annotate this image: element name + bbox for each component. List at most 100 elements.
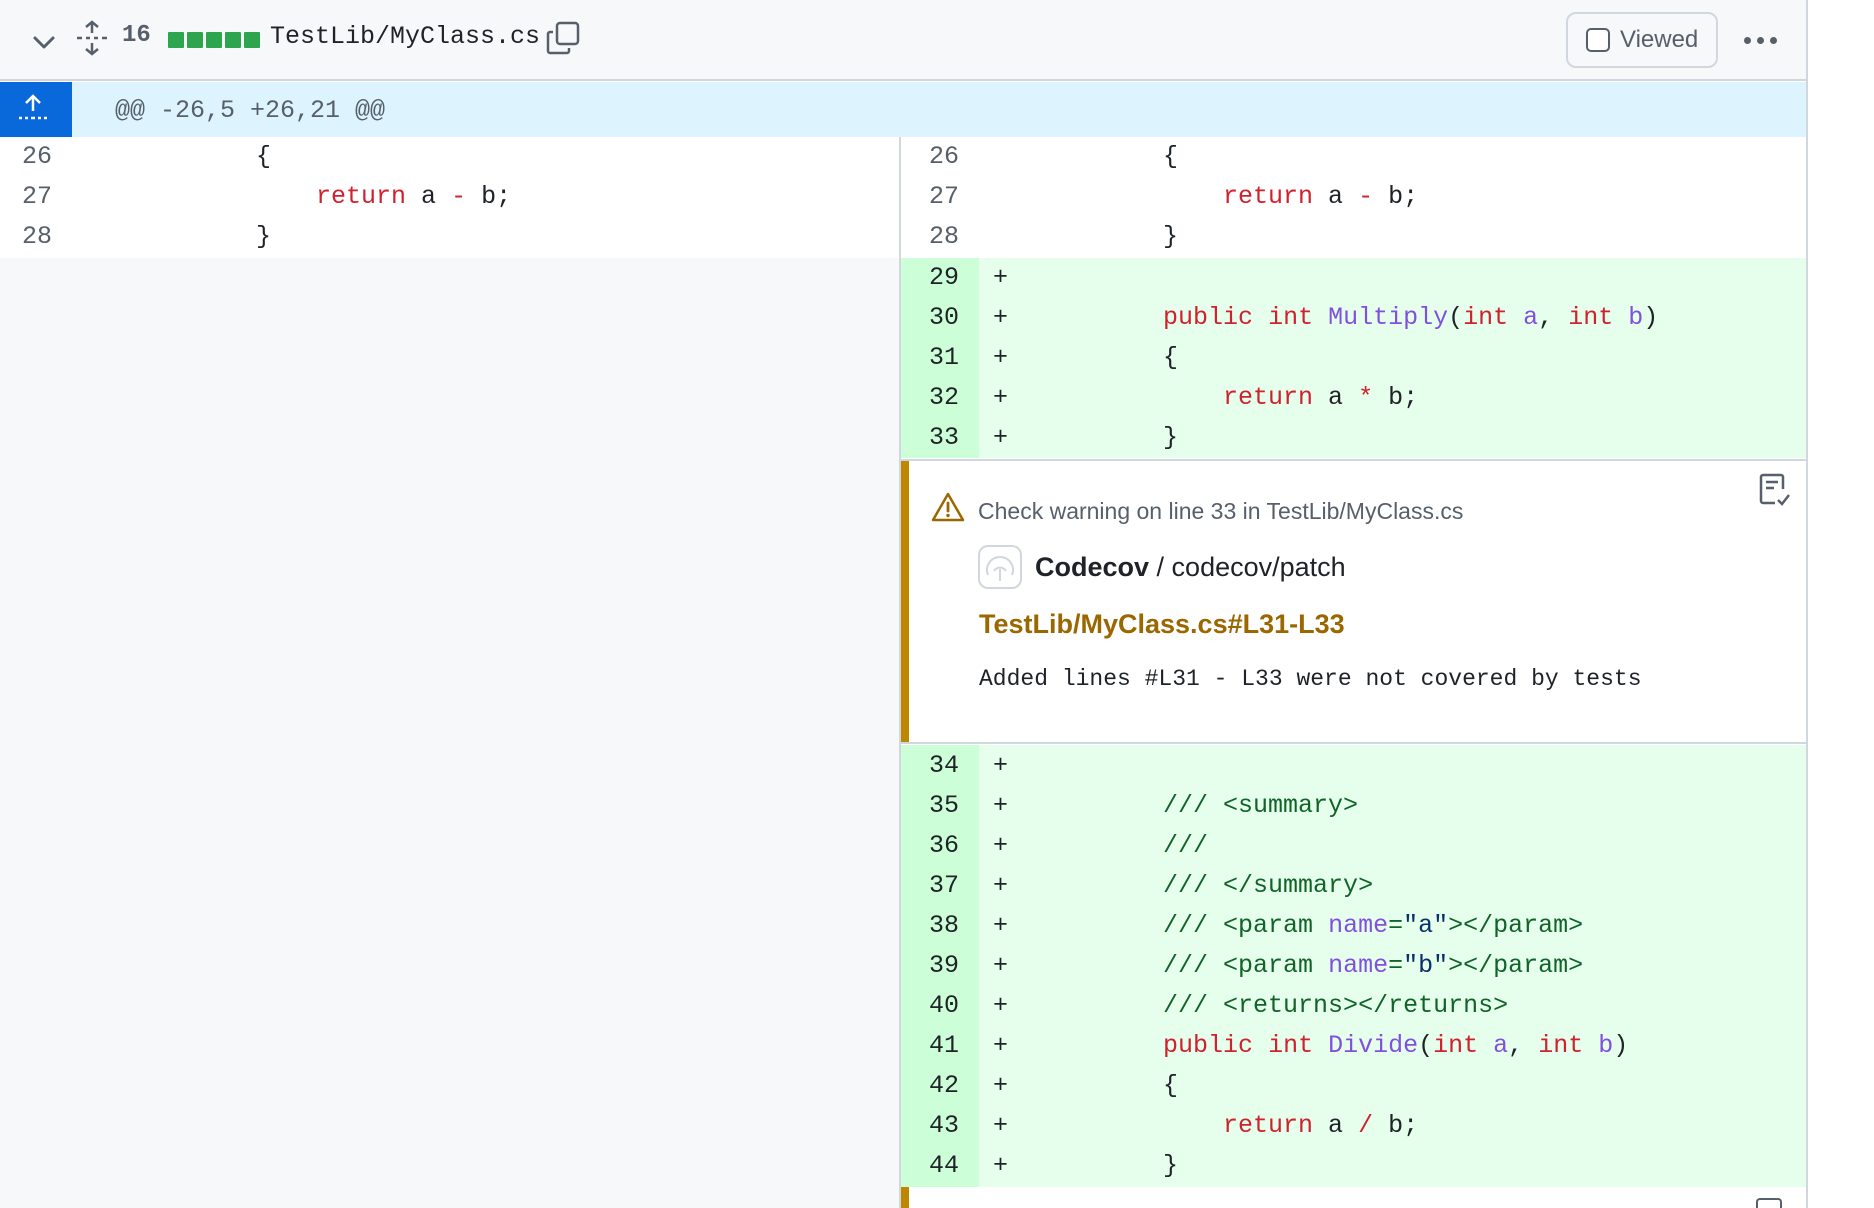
line-number[interactable]: 40 <box>901 986 959 1026</box>
viewed-checkbox[interactable] <box>1586 28 1610 52</box>
code-line: { <box>136 142 272 171</box>
expand-up-button[interactable] <box>0 82 72 137</box>
left-line: 26 { <box>0 137 899 177</box>
code-line: } <box>1043 1151 1179 1180</box>
next-annotation-accent-bar <box>901 1187 909 1208</box>
line-number[interactable]: 26 <box>901 137 959 177</box>
code-line: { <box>1043 343 1179 372</box>
app-name: Codecov <box>1035 552 1150 582</box>
code-line: /// <box>1163 831 1209 860</box>
code-line: } <box>136 222 272 251</box>
diffstat <box>168 32 260 48</box>
expand-up-icon <box>19 94 47 120</box>
diff-sign: + <box>993 831 1009 860</box>
file-path-link[interactable]: TestLib/MyClass.cs <box>270 22 540 51</box>
diff-sign: + <box>993 263 1009 292</box>
right-line: 26 { <box>901 137 1806 177</box>
alert-icon <box>931 492 965 522</box>
diffstat-block <box>206 32 222 48</box>
added-line: 41 + public int Divide(int a, int b) <box>0 1026 1806 1066</box>
left-line: 28 } <box>0 217 899 257</box>
diff-sign: + <box>993 383 1009 412</box>
code-line: public int Divide(int a, int b) <box>1163 1031 1629 1060</box>
code-line: /// <param name="b"></param> <box>1163 951 1584 980</box>
line-number[interactable]: 33 <box>901 418 959 458</box>
app-separator: / <box>1149 552 1172 582</box>
code-line: public int Multiply(int a, int b) <box>1163 303 1659 332</box>
diff-sign: + <box>993 1071 1009 1100</box>
code-line: return a - b; <box>316 182 512 211</box>
added-line: 30 + public int Multiply(int a, int b) <box>0 298 1806 338</box>
line-number[interactable]: 39 <box>901 946 959 986</box>
diff-sign: + <box>993 871 1009 900</box>
line-number[interactable]: 36 <box>901 826 959 866</box>
diffstat-block <box>168 32 184 48</box>
chevron-down-icon[interactable] <box>30 30 58 54</box>
diff-sign: + <box>993 951 1009 980</box>
diffstat-block <box>187 32 203 48</box>
diff-sign: + <box>993 1151 1009 1180</box>
right-line: 27 return a - b; <box>901 177 1806 217</box>
hunk-range: @@ -26,5 +26,21 @@ <box>115 96 386 125</box>
line-number[interactable]: 27 <box>901 177 959 217</box>
line-number[interactable]: 37 <box>901 866 959 906</box>
code-line: /// </summary> <box>1163 871 1374 900</box>
diff-sign: + <box>993 991 1009 1020</box>
added-line: 34 + <box>0 746 1806 786</box>
diff-sign: + <box>993 751 1009 780</box>
diff-file: 16 TestLib/MyClass.cs Viewed @@ -26,5 +2… <box>0 0 1808 1208</box>
left-line: 27 return a - b; <box>0 177 899 217</box>
line-number[interactable]: 32 <box>901 378 959 418</box>
code-line: /// <summary> <box>1163 791 1359 820</box>
code-line: { <box>1043 142 1179 171</box>
code-line: { <box>1043 1071 1179 1100</box>
diff-sign: + <box>993 791 1009 820</box>
line-number[interactable]: 34 <box>901 746 959 786</box>
annotation-message: Added lines #L31 - L33 were not covered … <box>979 666 1642 692</box>
line-number[interactable]: 29 <box>901 258 959 298</box>
added-line: 38 + /// <param name="a"></param> <box>0 906 1806 946</box>
annotation-file-link[interactable]: TestLib/MyClass.cs#L31-L33 <box>979 609 1345 640</box>
line-number[interactable]: 26 <box>0 137 52 177</box>
diff-sign: + <box>993 423 1009 452</box>
line-number[interactable]: 41 <box>901 1026 959 1066</box>
added-line: 33 + } <box>0 418 1806 458</box>
line-number[interactable]: 27 <box>0 177 52 217</box>
diff-sign: + <box>993 1031 1009 1060</box>
added-line: 32 + return a * b; <box>0 378 1806 418</box>
added-line: 35 + /// <summary> <box>0 786 1806 826</box>
line-number[interactable]: 44 <box>901 1146 959 1186</box>
viewed-toggle[interactable]: Viewed <box>1566 12 1718 68</box>
diffstat-block <box>244 32 260 48</box>
code-line: return a - b; <box>1223 182 1419 211</box>
code-line: /// <param name="a"></param> <box>1163 911 1584 940</box>
unfold-icon[interactable] <box>75 20 109 56</box>
annotation-accent-bar <box>901 461 909 742</box>
diff-sign: + <box>993 343 1009 372</box>
line-number[interactable]: 43 <box>901 1106 959 1146</box>
checklist-icon[interactable] <box>1759 473 1791 509</box>
check-name: codecov/patch <box>1171 552 1346 582</box>
file-header: 16 TestLib/MyClass.cs Viewed <box>0 0 1806 81</box>
copy-icon[interactable] <box>545 20 581 56</box>
line-number[interactable]: 30 <box>901 298 959 338</box>
diff-sign: + <box>993 911 1009 940</box>
line-number[interactable]: 38 <box>901 906 959 946</box>
added-line: 44 + } <box>0 1146 1806 1186</box>
line-number[interactable]: 35 <box>901 786 959 826</box>
checklist-icon[interactable] <box>1756 1198 1782 1208</box>
diff-sign: + <box>993 1111 1009 1140</box>
line-number[interactable]: 28 <box>901 217 959 257</box>
added-line: 37 + /// </summary> <box>0 866 1806 906</box>
kebab-horizontal-icon[interactable] <box>1738 28 1782 52</box>
annotation-source: Codecov / codecov/patch <box>1035 552 1346 583</box>
line-number[interactable]: 28 <box>0 217 52 257</box>
added-line: 31 + { <box>0 338 1806 378</box>
added-line: 36 + /// <box>0 826 1806 866</box>
line-number[interactable]: 42 <box>901 1066 959 1106</box>
line-number[interactable]: 31 <box>901 338 959 378</box>
added-line: 43 + return a / b; <box>0 1106 1806 1146</box>
diff-sign: + <box>993 303 1009 332</box>
annotation-title: Check warning on line 33 in TestLib/MyCl… <box>978 498 1464 524</box>
added-line: 40 + /// <returns></returns> <box>0 986 1806 1026</box>
